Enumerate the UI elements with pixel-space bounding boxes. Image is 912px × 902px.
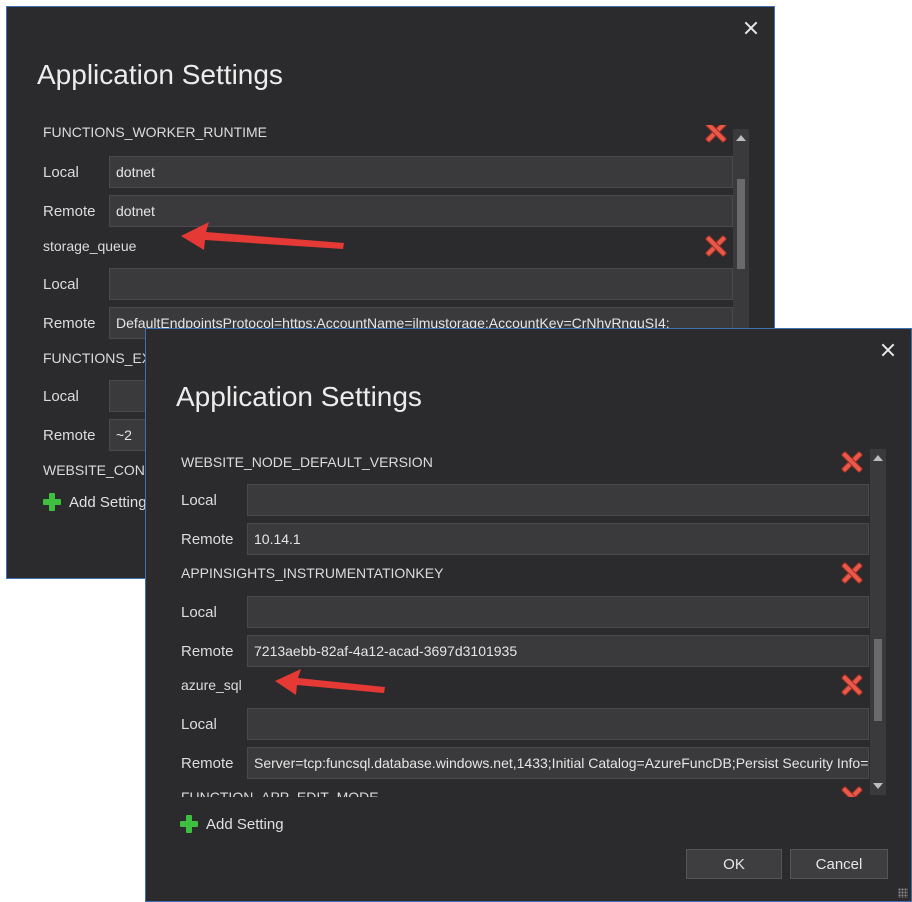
- dialog-title: Application Settings: [37, 59, 283, 90]
- scroll-up-icon[interactable]: [873, 455, 883, 461]
- local-value-field[interactable]: [247, 708, 869, 740]
- local-label: Local: [43, 275, 79, 293]
- local-label: Local: [43, 387, 79, 405]
- local-row: Local: [175, 705, 869, 743]
- dialog-title: Application Settings: [176, 381, 422, 412]
- delete-icon[interactable]: [705, 236, 725, 256]
- remote-label: Remote: [43, 314, 96, 332]
- local-value-field[interactable]: [247, 596, 869, 628]
- delete-icon[interactable]: [841, 675, 861, 695]
- setting-header: FUNCTIONS_WORKER_RUNTIME: [37, 125, 733, 151]
- resize-grip[interactable]: [898, 888, 908, 898]
- local-row: Local: [175, 593, 869, 631]
- local-row: Local: [175, 481, 869, 519]
- plus-icon: [180, 815, 198, 833]
- scroll-thumb[interactable]: [737, 179, 745, 269]
- setting-name: FUNCTION_APP_EDIT_MODE: [181, 789, 379, 797]
- remote-label: Remote: [181, 642, 234, 660]
- setting-name: APPINSIGHTS_INSTRUMENTATIONKEY: [181, 565, 444, 581]
- scroll-down-icon[interactable]: [873, 783, 883, 789]
- remote-value-field[interactable]: Server=tcp:funcsql.database.windows.net,…: [247, 747, 869, 779]
- close-icon[interactable]: [744, 21, 758, 35]
- local-value-field[interactable]: [109, 268, 733, 300]
- setting-header: WEBSITE_NODE_DEFAULT_VERSION: [175, 447, 869, 481]
- annotation-arrow: [181, 222, 344, 250]
- remote-row: Remote 10.14.1: [175, 520, 869, 558]
- local-label: Local: [181, 491, 217, 509]
- add-setting-button[interactable]: Add Setting: [180, 815, 284, 833]
- close-icon[interactable]: [881, 343, 895, 357]
- plus-icon: [43, 493, 61, 511]
- app-settings-dialog-front: Application Settings WEBSITE_NODE_DEFAUL…: [145, 328, 912, 902]
- local-value-field[interactable]: [247, 484, 869, 516]
- delete-icon[interactable]: [705, 125, 725, 142]
- local-row: Local dotnet: [37, 153, 733, 191]
- remote-label: Remote: [181, 530, 234, 548]
- remote-row: Remote Server=tcp:funcsql.database.windo…: [175, 744, 869, 782]
- remote-label: Remote: [43, 202, 96, 220]
- add-setting-button[interactable]: Add Setting: [43, 493, 147, 511]
- remote-row: Remote dotnet: [37, 192, 733, 230]
- remote-label: Remote: [181, 754, 234, 772]
- local-label: Local: [181, 715, 217, 733]
- setting-name: WEBSITE_NODE_DEFAULT_VERSION: [181, 454, 433, 470]
- remote-row: Remote 7213aebb-82af-4a12-acad-3697d3101…: [175, 632, 869, 670]
- setting-name: azure_sql: [181, 677, 242, 693]
- local-value-field[interactable]: dotnet: [109, 156, 733, 188]
- annotation-arrow: [275, 669, 385, 695]
- settings-list: WEBSITE_NODE_DEFAULT_VERSION Local Remot…: [175, 447, 869, 797]
- cancel-button[interactable]: Cancel: [790, 849, 888, 879]
- local-label: Local: [43, 163, 79, 181]
- scroll-up-icon[interactable]: [736, 135, 746, 141]
- local-row: Local: [37, 265, 733, 303]
- scrollbar[interactable]: [870, 449, 886, 795]
- delete-icon[interactable]: [841, 563, 861, 583]
- ok-button[interactable]: OK: [686, 849, 782, 879]
- remote-value-field[interactable]: 10.14.1: [247, 523, 869, 555]
- remote-label: Remote: [43, 426, 96, 444]
- add-setting-label: Add Setting: [69, 493, 147, 511]
- add-setting-label: Add Setting: [206, 815, 284, 833]
- local-label: Local: [181, 603, 217, 621]
- setting-header: FUNCTION_APP_EDIT_MODE: [175, 778, 869, 797]
- setting-name: storage_queue: [43, 238, 137, 254]
- delete-icon[interactable]: [841, 452, 861, 472]
- remote-value-field[interactable]: 7213aebb-82af-4a12-acad-3697d3101935: [247, 635, 869, 667]
- delete-icon[interactable]: [841, 787, 861, 797]
- setting-header: APPINSIGHTS_INSTRUMENTATIONKEY: [175, 554, 869, 592]
- setting-name: FUNCTIONS_WORKER_RUNTIME: [43, 125, 268, 140]
- scroll-thumb[interactable]: [874, 639, 882, 721]
- setting-header: storage_queue: [37, 227, 733, 265]
